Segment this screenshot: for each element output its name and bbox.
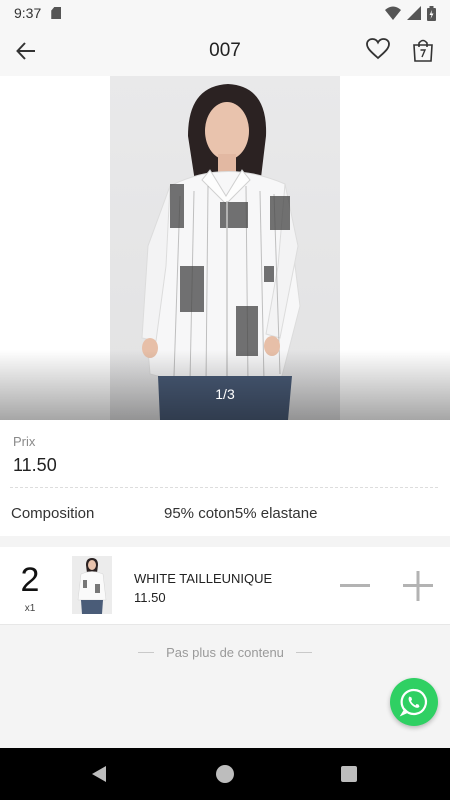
- price-value: 11.50: [13, 455, 57, 475]
- shopping-bag-icon: [413, 39, 433, 62]
- minus-icon: [340, 584, 370, 587]
- cart-quantity: 2: [20, 561, 40, 599]
- plus-icon: [403, 571, 433, 601]
- image-overlay: [0, 350, 450, 420]
- item-name: WHITE TAILLEUNIQUE: [134, 571, 273, 586]
- cart-item-row: 2 x1 WHITE TAILLEUNIQUE 11.50: [0, 547, 450, 625]
- sd-card-icon: [51, 7, 62, 19]
- composition-value: 95% coton5% elastane: [164, 505, 318, 522]
- signal-icon: [407, 6, 421, 20]
- price-label: Prix: [13, 434, 36, 449]
- composition-label: Composition: [11, 505, 95, 522]
- system-nav-bar: [0, 748, 450, 800]
- heart-icon: [366, 38, 390, 60]
- item-thumbnail[interactable]: [72, 556, 112, 614]
- status-time: 9:37: [14, 5, 42, 21]
- decrease-quantity-button[interactable]: [338, 569, 372, 603]
- divider: [10, 487, 438, 488]
- image-counter: 1/3: [215, 386, 235, 402]
- product-info: Prix 11.50 Composition 95% coton5% elast…: [0, 420, 450, 536]
- status-bar: 9:37: [0, 0, 450, 26]
- wifi-icon: [385, 6, 401, 20]
- nav-recents-icon[interactable]: [341, 766, 357, 782]
- nav-home-icon[interactable]: [216, 765, 234, 783]
- nav-back-icon[interactable]: [90, 765, 108, 783]
- whatsapp-button[interactable]: [390, 678, 438, 726]
- whatsapp-icon: [399, 688, 428, 717]
- increase-quantity-button[interactable]: [401, 569, 435, 603]
- product-image-gallery[interactable]: 1/3: [0, 76, 450, 420]
- end-of-content-text: Pas plus de contenu: [166, 645, 284, 660]
- favorite-button[interactable]: [366, 38, 392, 64]
- unit-quantity: x1: [24, 603, 36, 614]
- divider-left: [138, 652, 155, 653]
- battery-icon: [427, 5, 436, 21]
- end-of-content: Pas plus de contenu: [0, 645, 450, 660]
- app-bar: 007: [0, 26, 450, 76]
- item-price: 11.50: [134, 590, 166, 605]
- cart-button[interactable]: [412, 38, 438, 64]
- divider-right: [295, 652, 312, 653]
- status-icons: [385, 5, 436, 21]
